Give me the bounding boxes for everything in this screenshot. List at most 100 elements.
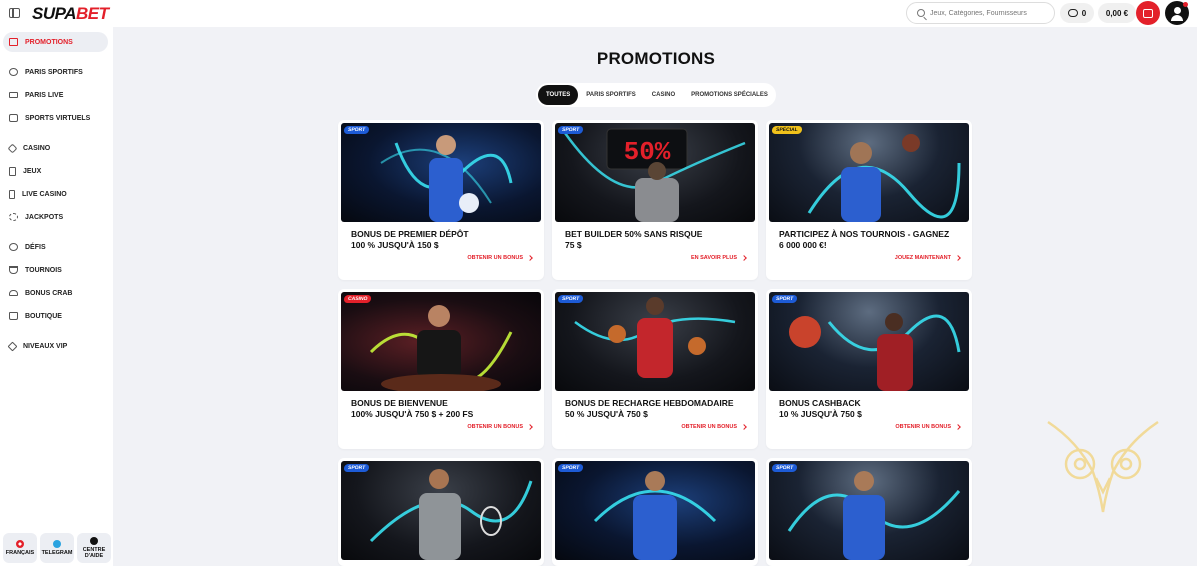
promo-image: SPORT bbox=[341, 123, 541, 222]
tab-promotions-speciales[interactable]: PROMOTIONS SPÉCIALES bbox=[683, 85, 776, 105]
live-icon bbox=[9, 92, 18, 98]
promo-image: SPORT bbox=[341, 461, 541, 560]
owl-watermark-icon bbox=[1047, 420, 1159, 513]
promo-cta-label: OBTENIR UN BONUS bbox=[681, 424, 737, 430]
promo-tabs: TOUTES PARIS SPORTIFS CASINO PROMOTIONS … bbox=[536, 83, 776, 107]
coins-button[interactable]: 0 bbox=[1060, 3, 1094, 23]
promo-card[interactable]: SPORT BONUS DE RECHARGE HEBDOMADAIRE 50 %… bbox=[552, 289, 758, 449]
soccer-ball-icon bbox=[9, 68, 18, 76]
logo[interactable]: SUPABET bbox=[32, 4, 109, 24]
sidebar-item-label: PARIS LIVE bbox=[25, 91, 64, 99]
sidebar-item-label: TOURNOIS bbox=[25, 266, 62, 274]
promo-cta-link[interactable]: EN SAVOIR PLUS bbox=[691, 255, 747, 261]
chevron-right-icon bbox=[955, 424, 961, 430]
sidebar-item-label: BOUTIQUE bbox=[25, 312, 62, 320]
category-badge: SPORT bbox=[343, 464, 370, 472]
promo-cta-link[interactable]: OBTENIR UN BONUS bbox=[895, 424, 961, 430]
balance-display[interactable]: 0,00 € bbox=[1098, 3, 1136, 23]
sidebar-item-sports-virtuels[interactable]: SPORTS VIRTUELS bbox=[3, 108, 108, 128]
category-badge: SPORT bbox=[771, 295, 798, 303]
promo-title: BET BUILDER 50% SANS RISQUE 75 $ bbox=[565, 229, 750, 251]
promo-title-line2: 100 % JUSQU'À 150 $ bbox=[351, 240, 439, 250]
promo-image: 50% SPORT bbox=[555, 123, 755, 222]
scoreboard: 50% bbox=[624, 137, 671, 167]
casino-chip-icon bbox=[7, 143, 18, 153]
promo-title-line1: BONUS DE PREMIER DÉPÔT bbox=[351, 229, 469, 239]
sidebar-item-label: LIVE CASINO bbox=[22, 190, 67, 198]
sidebar-item-tournois[interactable]: TOURNOIS bbox=[3, 260, 108, 280]
sidebar-item-casino[interactable]: CASINO bbox=[3, 138, 108, 158]
promo-cta-link[interactable]: OBTENIR UN BONUS bbox=[681, 424, 747, 430]
promo-title: BONUS DE RECHARGE HEBDOMADAIRE 50 % JUSQU… bbox=[565, 398, 750, 420]
promo-cta-link[interactable]: OBTENIR UN BONUS bbox=[467, 424, 533, 430]
deposit-button[interactable] bbox=[1136, 1, 1160, 25]
promo-image: SPÉCIAL bbox=[769, 123, 969, 222]
category-badge: SPORT bbox=[557, 295, 584, 303]
category-badge: SPORT bbox=[343, 126, 370, 134]
promo-illustration bbox=[380, 135, 513, 222]
user-avatar-button[interactable] bbox=[1165, 1, 1189, 25]
promo-title-line1: BET BUILDER 50% SANS RISQUE bbox=[565, 229, 703, 239]
sidebar-item-label: JEUX bbox=[23, 167, 42, 175]
sidebar-item-defis[interactable]: DÉFIS bbox=[3, 237, 108, 257]
promo-title-line1: BONUS CASHBACK bbox=[779, 398, 861, 408]
sidebar-item-paris-sportifs[interactable]: PARIS SPORTIFS bbox=[3, 62, 108, 82]
promo-title: BONUS DE BIENVENUE 100% JUSQU'À 750 $ + 2… bbox=[351, 398, 536, 420]
logo-text-right: BET bbox=[75, 4, 109, 23]
promo-card[interactable]: SPORT bbox=[338, 458, 544, 566]
promo-card[interactable]: 50% SPORT BET BUILDER 50% SANS RISQUE 75 … bbox=[552, 120, 758, 280]
promo-cta-label: OBTENIR UN BONUS bbox=[467, 255, 523, 261]
category-badge: SPORT bbox=[557, 126, 584, 134]
promo-card[interactable]: SPORT bbox=[766, 458, 972, 566]
scoreboard-text: 50% bbox=[624, 137, 671, 167]
promo-card[interactable]: SPORT BONUS CASHBACK 10 % JUSQU'À 750 $ O… bbox=[766, 289, 972, 449]
sidebar-item-paris-live[interactable]: PARIS LIVE bbox=[3, 85, 108, 105]
sidebar-item-label: PROMOTIONS bbox=[25, 38, 73, 46]
sidebar-item-promotions[interactable]: PROMOTIONS bbox=[3, 32, 108, 52]
telegram-button[interactable]: TELEGRAM bbox=[40, 533, 74, 563]
chevron-right-icon bbox=[741, 255, 747, 261]
sidebar-item-label: CASINO bbox=[23, 144, 51, 152]
sidebar-item-label: PARIS SPORTIFS bbox=[25, 68, 83, 76]
sidebar-item-bonus-crab[interactable]: BONUS CRAB bbox=[3, 283, 108, 303]
notification-dot bbox=[1183, 2, 1188, 7]
sidebar-toggle-icon[interactable] bbox=[9, 8, 20, 18]
promo-cta-label: OBTENIR UN BONUS bbox=[895, 424, 951, 430]
promo-card[interactable]: SPÉCIAL PARTICIPEZ À NOS TOURNOIS - GAGN… bbox=[766, 120, 972, 280]
games-icon bbox=[9, 166, 16, 176]
shop-icon bbox=[9, 312, 18, 320]
promo-card[interactable]: SPORT bbox=[552, 458, 758, 566]
sidebar-item-live-casino[interactable]: LIVE CASINO bbox=[3, 184, 108, 204]
promo-illustration bbox=[787, 471, 961, 560]
language-button[interactable]: FRANÇAIS bbox=[3, 533, 37, 563]
promo-card[interactable]: SPORT BONUS DE PREMIER DÉPÔT 100 % JUSQU'… bbox=[338, 120, 544, 280]
tab-paris-sportifs[interactable]: PARIS SPORTIFS bbox=[578, 85, 644, 105]
promo-illustration bbox=[807, 134, 961, 222]
sidebar-item-boutique[interactable]: BOUTIQUE bbox=[3, 306, 108, 326]
promo-illustration bbox=[574, 297, 736, 378]
vip-diamond-icon bbox=[7, 341, 18, 351]
sidebar: PROMOTIONS PARIS SPORTIFS PARIS LIVE SPO… bbox=[0, 27, 113, 566]
sidebar-item-jeux[interactable]: JEUX bbox=[3, 161, 108, 181]
search-box[interactable] bbox=[906, 2, 1055, 24]
sidebar-item-label: NIVEAUX VIP bbox=[23, 342, 68, 350]
trophy-icon bbox=[9, 266, 18, 274]
sidebar-item-niveaux-vip[interactable]: NIVEAUX VIP bbox=[3, 336, 108, 356]
sidebar-item-jackpots[interactable]: JACKPOTS bbox=[3, 207, 108, 227]
promo-image: SPORT bbox=[769, 461, 969, 560]
search-input[interactable] bbox=[930, 9, 1045, 17]
tab-casino[interactable]: CASINO bbox=[644, 85, 683, 105]
virtual-sports-icon bbox=[9, 114, 18, 122]
help-center-button[interactable]: CENTRE D'AIDE bbox=[77, 533, 111, 563]
promo-title-line2: 10 % JUSQU'À 750 $ bbox=[779, 409, 862, 419]
promo-card[interactable]: CASINO BONUS DE BIENVENUE 100% JUSQU'À 75… bbox=[338, 289, 544, 449]
telegram-label: TELEGRAM bbox=[41, 549, 73, 556]
promo-title-line2: 100% JUSQU'À 750 $ + 200 FS bbox=[351, 409, 474, 419]
chevron-right-icon bbox=[741, 424, 747, 430]
promo-cta-link[interactable]: OBTENIR UN BONUS bbox=[467, 255, 533, 261]
tab-toutes[interactable]: TOUTES bbox=[538, 85, 579, 105]
promo-title: BONUS DE PREMIER DÉPÔT 100 % JUSQU'À 150 … bbox=[351, 229, 536, 251]
coins-count: 0 bbox=[1081, 8, 1087, 18]
promo-cta-link[interactable]: JOUEZ MAINTENANT bbox=[895, 255, 961, 261]
category-badge: SPORT bbox=[771, 464, 798, 472]
